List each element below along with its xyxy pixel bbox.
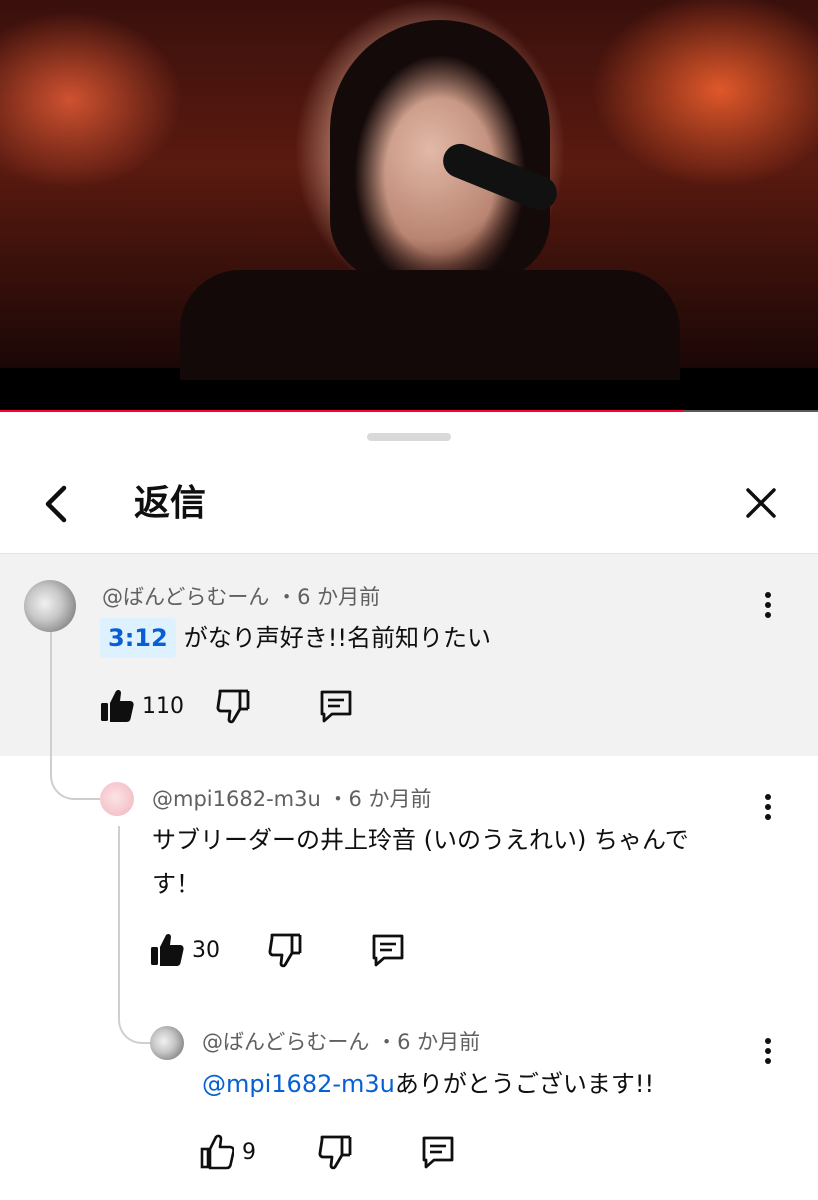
- mention-link[interactable]: @mpi1682-m3u: [202, 1070, 395, 1098]
- like-button[interactable]: [150, 932, 184, 972]
- avatar[interactable]: [150, 1026, 184, 1060]
- comment-menu-button[interactable]: [763, 794, 773, 824]
- comment-body-continued: す！: [152, 870, 200, 898]
- video-progress-bar[interactable]: [0, 410, 818, 412]
- meta-separator: ・: [276, 585, 298, 609]
- comment-author[interactable]: @mpi1682-m3u: [152, 787, 321, 811]
- comment-author[interactable]: @ばんどらむーん: [102, 585, 269, 609]
- thread-connector: [118, 826, 152, 1044]
- comment-text: 3:12 がなり声好き!!名前知りたい: [100, 618, 491, 658]
- comment-age: 6 か月前: [297, 585, 381, 609]
- comment-actions: 30: [150, 932, 450, 972]
- reply-button[interactable]: [420, 1134, 456, 1174]
- comment-author[interactable]: @ばんどらむーん: [202, 1030, 369, 1054]
- kebab-dot: [765, 602, 771, 608]
- chevron-left-icon: [45, 485, 67, 523]
- thumb-up-filled-icon: [101, 689, 134, 722]
- reply-icon: [422, 1136, 454, 1169]
- reply-icon: [320, 690, 352, 723]
- like-button[interactable]: [200, 1134, 235, 1174]
- dislike-button[interactable]: [268, 932, 302, 972]
- comment-menu-button[interactable]: [763, 1038, 773, 1068]
- thumb-down-icon: [318, 1135, 352, 1170]
- reply-icon: [372, 934, 404, 967]
- dislike-button[interactable]: [216, 688, 250, 728]
- page-title: 返信: [134, 483, 207, 524]
- like-count: 30: [192, 938, 220, 963]
- thumb-up-filled-icon: [151, 933, 184, 966]
- performer-dress: [180, 270, 680, 380]
- like-button[interactable]: [100, 688, 134, 728]
- comment-menu-button[interactable]: [763, 592, 773, 622]
- like-count: 9: [242, 1140, 256, 1165]
- drag-handle[interactable]: [367, 433, 451, 441]
- video-player[interactable]: [0, 0, 818, 412]
- performer-figure: [330, 20, 550, 280]
- comment-body: がなり声好き!!名前知りたい: [183, 624, 491, 652]
- kebab-dot: [765, 1058, 771, 1064]
- comment-text: @mpi1682-m3uありがとうございます!!: [202, 1064, 654, 1104]
- video-progress-fill: [0, 410, 684, 412]
- close-icon: [746, 488, 776, 518]
- reply-button[interactable]: [318, 688, 354, 728]
- video-frame: [0, 0, 818, 380]
- comment-age: 6 か月前: [397, 1030, 481, 1054]
- back-button[interactable]: [38, 482, 78, 526]
- thread-connector: [50, 630, 100, 800]
- meta-separator: ・: [376, 1030, 398, 1054]
- avatar[interactable]: [100, 782, 134, 816]
- thumb-up-outline-icon: [200, 1134, 235, 1170]
- close-button[interactable]: [740, 482, 782, 524]
- kebab-dot: [765, 592, 771, 598]
- comment-age: 6 か月前: [348, 787, 432, 811]
- thumb-down-icon: [216, 689, 250, 724]
- timestamp-link[interactable]: 3:12: [100, 618, 176, 658]
- kebab-dot: [765, 794, 771, 800]
- comment-actions: 9: [200, 1134, 500, 1174]
- comment-body: ありがとうございます!!: [394, 1070, 655, 1098]
- comment-actions: 110: [100, 688, 400, 728]
- kebab-dot: [765, 1038, 771, 1044]
- kebab-dot: [765, 1048, 771, 1054]
- meta-separator: ・: [327, 787, 349, 811]
- avatar[interactable]: [24, 580, 76, 632]
- kebab-dot: [765, 814, 771, 820]
- like-count: 110: [142, 694, 184, 719]
- kebab-dot: [765, 612, 771, 618]
- thumb-down-icon: [268, 933, 302, 968]
- reply-button[interactable]: [370, 932, 406, 972]
- dislike-button[interactable]: [318, 1134, 352, 1174]
- comment-meta: @ばんどらむーん ・6 か月前: [102, 583, 380, 611]
- kebab-dot: [765, 804, 771, 810]
- comment-meta: @ばんどらむーん ・6 か月前: [202, 1028, 480, 1056]
- comment-body: サブリーダーの井上玲音 (いのうえれい) ちゃんで: [152, 826, 689, 854]
- comment-meta: @mpi1682-m3u ・6 か月前: [152, 785, 432, 813]
